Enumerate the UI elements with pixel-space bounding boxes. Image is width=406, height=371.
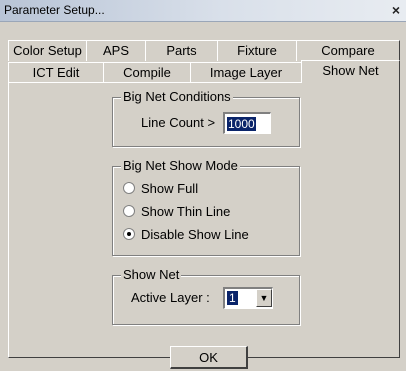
chevron-down-icon[interactable]: ▼: [256, 289, 272, 307]
big-net-conditions-label: Big Net Conditions: [121, 89, 233, 104]
radio-show-full[interactable]: Show Full: [123, 181, 198, 196]
tab-aps[interactable]: APS: [86, 40, 146, 61]
show-net-label: Show Net: [121, 267, 182, 282]
tab-show-net[interactable]: Show Net: [301, 60, 400, 83]
tab-image-layer[interactable]: Image Layer: [190, 62, 302, 83]
ok-button[interactable]: OK: [170, 346, 248, 369]
tab-compare[interactable]: Compare: [296, 40, 400, 61]
tab-parts[interactable]: Parts: [145, 40, 218, 61]
big-net-show-mode-label: Big Net Show Mode: [121, 158, 240, 173]
tab-fixture[interactable]: Fixture: [217, 40, 297, 61]
tab-color-setup[interactable]: Color Setup: [8, 40, 87, 61]
tab-compile[interactable]: Compile: [103, 62, 191, 83]
close-button[interactable]: ×: [388, 2, 404, 18]
title-bar: Parameter Setup... ×: [0, 0, 406, 22]
dialog-body: Color Setup APS Parts Fixture Compare IC…: [0, 22, 406, 371]
active-layer-label: Active Layer :: [131, 290, 210, 305]
line-count-label: Line Count >: [141, 115, 216, 130]
tab-ict-edit[interactable]: ICT Edit: [8, 62, 104, 83]
show-net-group: Show Net Active Layer : 1 ▼: [112, 267, 300, 325]
radio-button-checked-icon: [123, 228, 135, 240]
radio-disable-show-line-label: Disable Show Line: [141, 227, 249, 242]
radio-button-icon: [123, 182, 135, 194]
line-count-input[interactable]: 1000: [223, 112, 271, 134]
window-title: Parameter Setup...: [4, 3, 105, 17]
radio-disable-show-line[interactable]: Disable Show Line: [123, 227, 249, 242]
radio-show-full-label: Show Full: [141, 181, 199, 196]
active-layer-value: 1: [227, 291, 238, 305]
big-net-show-mode-group: Big Net Show Mode Show Full Show Thin Li…: [112, 158, 300, 256]
line-count-value: 1000: [227, 117, 256, 131]
tab-panel-show-net: Big Net Conditions Line Count > 1000 Big…: [8, 83, 400, 358]
active-layer-dropdown[interactable]: 1 ▼: [223, 287, 273, 309]
radio-show-thin-line[interactable]: Show Thin Line: [123, 204, 230, 219]
radio-show-thin-line-label: Show Thin Line: [141, 204, 231, 219]
big-net-conditions-group: Big Net Conditions Line Count > 1000: [112, 89, 300, 147]
radio-button-icon: [123, 205, 135, 217]
